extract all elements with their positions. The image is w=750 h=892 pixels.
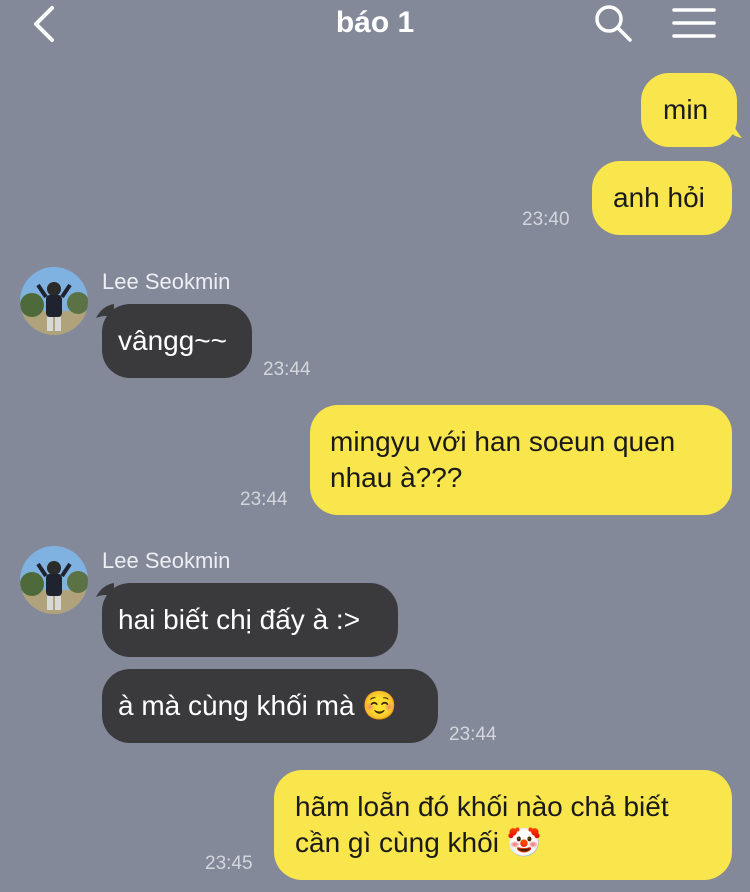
message-text: hai biết chị đấy à :> bbox=[118, 604, 361, 635]
hamburger-menu-icon bbox=[672, 8, 716, 38]
chat-title: báo 1 bbox=[335, 6, 415, 39]
incoming-message[interactable]: vângg~~ bbox=[102, 304, 252, 378]
message-time: 23:40 bbox=[522, 209, 570, 230]
avatar[interactable] bbox=[20, 267, 88, 335]
chat-header: báo 1 bbox=[0, 0, 750, 48]
message-text-line: nhau à??? bbox=[330, 462, 463, 493]
outgoing-message[interactable]: anh hỏi bbox=[592, 161, 732, 235]
sender-name: Lee Seokmin bbox=[102, 548, 231, 573]
message-text: à mà cùng khối mà ☺️ bbox=[118, 690, 398, 721]
search-icon bbox=[595, 5, 632, 42]
message-time: 23:44 bbox=[240, 489, 288, 510]
message-text: anh hỏi bbox=[613, 182, 705, 213]
incoming-message[interactable]: à mà cùng khối mà ☺️ bbox=[102, 669, 438, 743]
message-text-line: cần gì cùng khối 🤡 bbox=[295, 827, 542, 858]
profile-photo bbox=[20, 267, 88, 335]
message-time: 23:45 bbox=[205, 853, 253, 874]
profile-photo bbox=[20, 546, 88, 614]
message-text: min bbox=[663, 94, 709, 125]
avatar[interactable] bbox=[20, 546, 88, 614]
outgoing-message[interactable]: mingyu với han soeun quen nhau à??? bbox=[310, 405, 732, 515]
menu-button[interactable] bbox=[668, 4, 720, 44]
message-text: vângg~~ bbox=[118, 325, 227, 356]
search-button[interactable] bbox=[592, 2, 634, 44]
outgoing-message[interactable]: hãm loẵn đó khối nào chả biết cần gì cùn… bbox=[274, 770, 732, 880]
incoming-message[interactable]: hai biết chị đấy à :> bbox=[102, 583, 398, 657]
message-text-line: hãm loẵn đó khối nào chả biết bbox=[295, 791, 669, 822]
message-text-line: mingyu với han soeun quen bbox=[330, 426, 676, 457]
sender-name: Lee Seokmin bbox=[102, 269, 231, 294]
message-time: 23:44 bbox=[449, 724, 497, 745]
message-time: 23:44 bbox=[263, 359, 311, 380]
bubble-tail bbox=[722, 118, 742, 138]
